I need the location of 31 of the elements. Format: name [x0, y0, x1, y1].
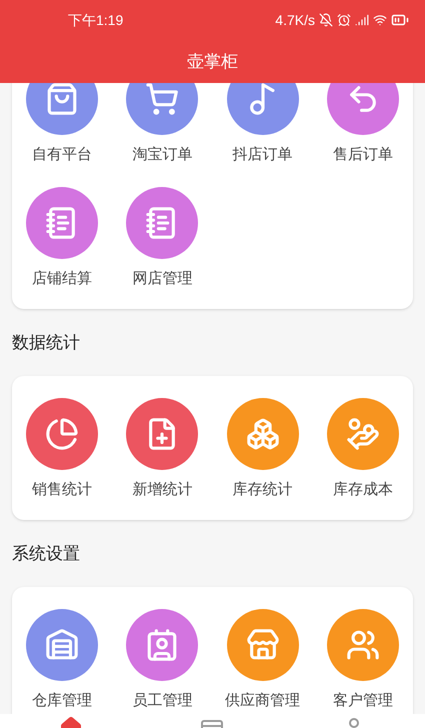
- signal-icon: [355, 13, 369, 27]
- id-badge-icon: [145, 628, 180, 662]
- bell-off-icon: [319, 13, 333, 27]
- menu-item[interactable]: 新增统计: [112, 398, 212, 500]
- section-title: 系统设置: [12, 542, 80, 565]
- alarm-icon: [337, 13, 351, 27]
- bag-icon: [45, 83, 80, 116]
- menu-item[interactable]: 网店管理: [112, 187, 212, 289]
- boxes-icon: [246, 417, 280, 451]
- app-title: 壶掌柜: [187, 50, 238, 73]
- section-title: 数据统计: [12, 332, 80, 354]
- users-icon: [346, 628, 380, 662]
- menu-item[interactable]: 自有平台: [12, 83, 112, 165]
- pie-chart-icon: [45, 417, 80, 451]
- menu-item[interactable]: 库存成本: [312, 398, 413, 500]
- menu-item[interactable]: 抖店订单: [212, 83, 313, 165]
- menu-item[interactable]: 库存统计: [212, 398, 313, 500]
- status-time: 下午1:19: [68, 10, 124, 30]
- store-icon: [246, 628, 280, 662]
- menu-item[interactable]: 客户管理: [312, 609, 413, 711]
- cart-icon: [145, 83, 180, 116]
- menu-item[interactable]: 销售统计: [12, 398, 112, 500]
- menu-item[interactable]: 供应商管理: [212, 609, 313, 711]
- warehouse-icon: [45, 628, 80, 662]
- wifi-icon: [373, 13, 387, 27]
- network-speed: 4.7K/s: [275, 10, 315, 30]
- menu-item[interactable]: 员工管理: [112, 609, 212, 711]
- menu-item[interactable]: 售后订单: [312, 83, 413, 165]
- menu-item[interactable]: 仓库管理: [12, 609, 112, 711]
- menu-item[interactable]: 店铺结算: [12, 187, 112, 289]
- menu-item[interactable]: 淘宝订单: [112, 83, 212, 165]
